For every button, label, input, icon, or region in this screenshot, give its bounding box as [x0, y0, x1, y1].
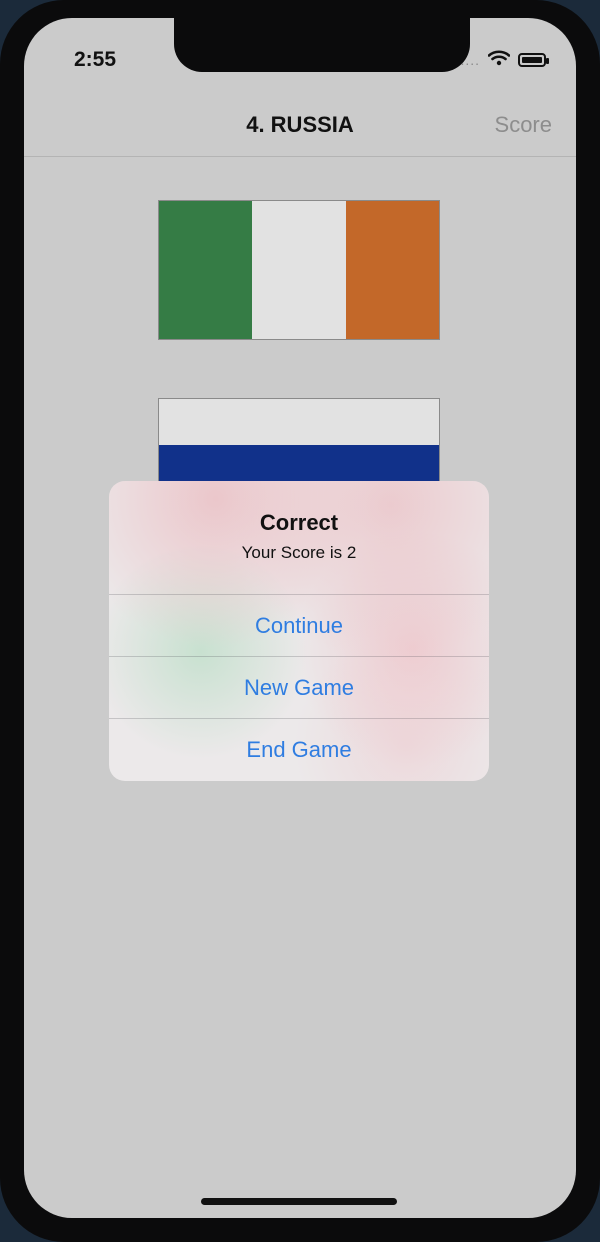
- status-time: 2:55: [74, 48, 117, 71]
- flag-option-1[interactable]: [158, 200, 440, 340]
- status-icons: ....: [460, 49, 549, 71]
- device-notch: [174, 18, 470, 72]
- home-indicator[interactable]: [201, 1198, 397, 1205]
- device-frame: 2:55 .... 4. RUSSIA Score Correct Your S…: [0, 0, 600, 1242]
- score-button[interactable]: Score: [495, 112, 552, 138]
- page-title: 4. RUSSIA: [246, 112, 354, 137]
- result-alert: Correct Your Score is 2 Continue New Gam…: [109, 481, 489, 781]
- flag-stripe: [159, 201, 253, 339]
- flag-stripe: [252, 201, 346, 339]
- wifi-icon: [487, 49, 511, 71]
- alert-title: Correct: [259, 510, 339, 535]
- battery-icon: [518, 53, 549, 67]
- continue-button[interactable]: Continue: [109, 594, 489, 656]
- end-game-button[interactable]: End Game: [109, 718, 489, 780]
- new-game-button[interactable]: New Game: [109, 656, 489, 718]
- signal-dots: ....: [460, 52, 480, 68]
- app-screen: 2:55 .... 4. RUSSIA Score Correct Your S…: [24, 18, 576, 1218]
- flag-stripe: [345, 201, 439, 339]
- navigation-bar: 4. RUSSIA Score: [24, 88, 576, 157]
- alert-message: Your Score is 2: [241, 543, 357, 562]
- flag-stripe: [159, 399, 439, 445]
